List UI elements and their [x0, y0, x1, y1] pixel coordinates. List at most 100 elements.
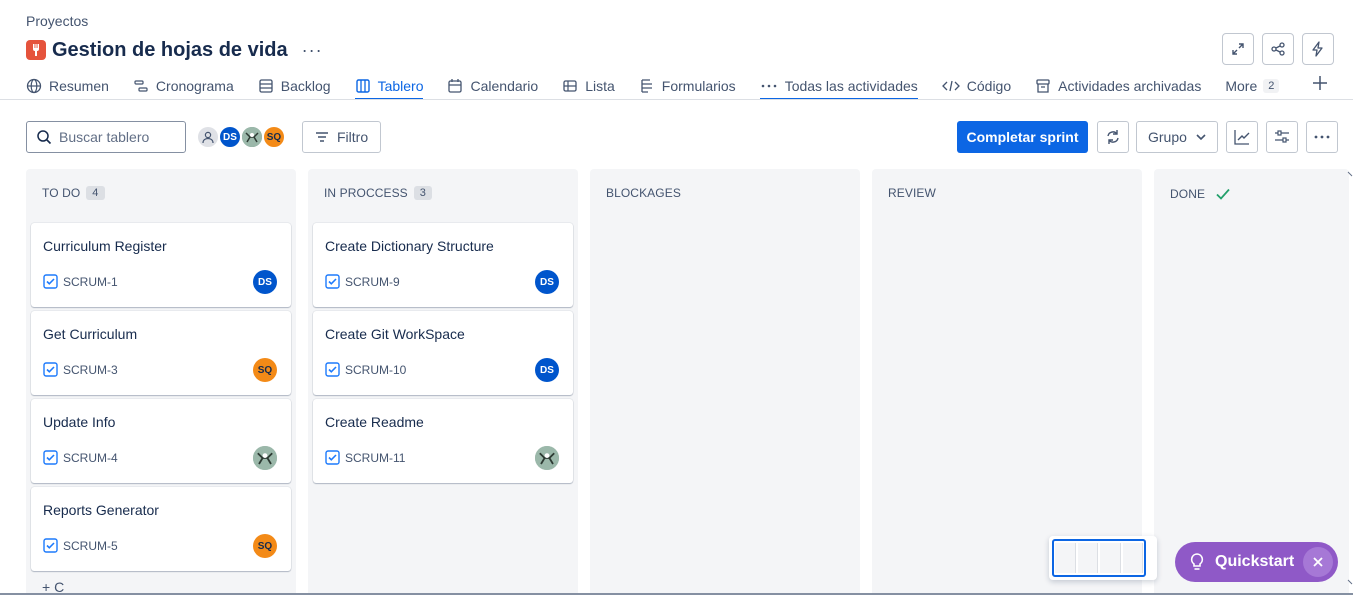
issue-title: Reports Generator [43, 502, 159, 518]
task-checkbox-icon [325, 362, 340, 377]
board-column-review: REVIEW [872, 169, 1142, 595]
issue-key[interactable]: SCRUM-3 [63, 363, 118, 377]
search-input[interactable] [59, 129, 179, 145]
quickstart-button[interactable]: Quickstart [1175, 542, 1338, 582]
task-checkbox-icon [325, 450, 340, 465]
issue-card[interactable]: Reports Generator SCRUM-5 SQ [31, 487, 291, 571]
column-title: BLOCKAGES [606, 186, 681, 200]
more-actions-button[interactable] [1306, 121, 1338, 153]
group-select[interactable]: Grupo [1136, 121, 1218, 153]
refresh-icon [1107, 130, 1119, 144]
tab-backlog[interactable]: Backlog [258, 72, 331, 99]
share-button[interactable] [1262, 33, 1294, 65]
board-column-done: DONE [1154, 169, 1349, 595]
issue-card[interactable]: Get Curriculum SCRUM-3 SQ [31, 311, 291, 395]
tab-lista[interactable]: Lista [562, 72, 615, 99]
issue-card[interactable]: Create Readme SCRUM-11 [313, 399, 573, 483]
code-icon [941, 78, 960, 94]
column-title: REVIEW [888, 186, 936, 200]
issue-key-row: SCRUM-4 [43, 450, 118, 465]
timeline-icon [133, 78, 149, 94]
plus-icon [1313, 76, 1327, 90]
filter-icon [316, 132, 328, 142]
group-label: Grupo [1148, 129, 1187, 145]
checkmark-icon [1216, 188, 1230, 200]
issue-key[interactable]: SCRUM-4 [63, 451, 118, 465]
minimap-viewport[interactable] [1052, 539, 1146, 577]
tab-todas-las-actividades[interactable]: Todas las actividades [759, 72, 918, 100]
assignee-avatar[interactable]: DS [535, 270, 559, 294]
issue-key[interactable]: SCRUM-11 [345, 451, 405, 465]
add-tab-button[interactable] [1311, 74, 1329, 97]
horizontal-scroll-indicator[interactable] [1347, 169, 1353, 595]
assignee-avatar[interactable]: SQ [253, 534, 277, 558]
tab-more[interactable]: More 2 [1225, 72, 1280, 99]
issue-title: Get Curriculum [43, 326, 138, 342]
lightning-icon [1312, 41, 1323, 57]
view-settings-button[interactable] [1266, 121, 1298, 153]
complete-sprint-button[interactable]: Completar sprint [957, 121, 1088, 153]
issue-key-row: SCRUM-5 [43, 538, 118, 553]
assignee-avatar-photo[interactable] [535, 446, 559, 470]
avatar-photo[interactable] [240, 125, 264, 149]
automation-button[interactable] [1302, 33, 1334, 65]
expand-icon [1232, 43, 1244, 55]
tab-label: Formularios [661, 77, 736, 94]
issue-key[interactable]: SCRUM-5 [63, 539, 118, 553]
assignee-avatar[interactable]: SQ [253, 358, 277, 382]
issue-card[interactable]: Create Git WorkSpace SCRUM-10 DS [313, 311, 573, 395]
filter-button[interactable]: Filtro [302, 121, 381, 153]
more-count-badge: 2 [1263, 78, 1280, 93]
project-logo-icon [26, 40, 46, 60]
tab-label: Cronograma [155, 77, 234, 94]
issue-key-row: SCRUM-1 [43, 274, 118, 289]
issue-title: Create Dictionary Structure [325, 238, 494, 254]
board-column-blockages: BLOCKAGES [590, 169, 860, 595]
fullscreen-button[interactable] [1222, 33, 1254, 65]
unassigned-avatar[interactable] [196, 125, 220, 149]
project-more-button[interactable]: ··· [302, 41, 323, 59]
lightbulb-icon [1190, 553, 1204, 570]
insights-button[interactable] [1226, 121, 1258, 153]
issue-card[interactable]: Curriculum Register SCRUM-1 DS [31, 223, 291, 307]
issue-key[interactable]: SCRUM-10 [345, 363, 406, 377]
issue-title: Curriculum Register [43, 238, 167, 254]
tab-label: Lista [585, 77, 615, 94]
assignee-avatar[interactable]: DS [253, 270, 277, 294]
tab-codigo[interactable]: Código [941, 72, 1012, 99]
issue-key-row: SCRUM-11 [325, 450, 405, 465]
tab-calendario[interactable]: Calendario [447, 72, 538, 99]
task-checkbox-icon [43, 274, 58, 289]
forms-icon [639, 78, 655, 94]
board-minimap[interactable] [1049, 536, 1157, 580]
column-title: TO DO [42, 186, 81, 200]
refresh-button[interactable] [1097, 121, 1129, 153]
sliders-icon [1275, 130, 1289, 143]
filter-label: Filtro [337, 129, 369, 145]
ellipsis-icon [1314, 135, 1330, 139]
tab-label: Tablero [377, 77, 424, 94]
column-header: REVIEW [888, 186, 936, 200]
assignee-avatar-photo[interactable] [253, 446, 277, 470]
tab-label: Código [966, 77, 1012, 94]
column-header: BLOCKAGES [606, 186, 681, 200]
project-tabs: Resumen Cronograma Backlog Tablero Calen… [26, 72, 1303, 100]
issue-key[interactable]: SCRUM-9 [345, 275, 400, 289]
breadcrumb[interactable]: Proyectos [26, 13, 88, 29]
avatar-ds[interactable]: DS [218, 125, 242, 149]
tab-cronograma[interactable]: Cronograma [133, 72, 234, 99]
tab-formularios[interactable]: Formularios [639, 72, 736, 99]
tab-tablero[interactable]: Tablero [354, 72, 424, 100]
tab-actividades-archivadas[interactable]: Actividades archivadas [1035, 72, 1201, 99]
backlog-icon [258, 78, 274, 94]
column-title: IN PROCCESS [324, 186, 408, 200]
tab-resumen[interactable]: Resumen [26, 72, 109, 99]
issue-key[interactable]: SCRUM-1 [63, 275, 118, 289]
issue-title: Create Readme [325, 414, 424, 430]
close-quickstart-button[interactable] [1303, 547, 1333, 577]
issue-card[interactable]: Create Dictionary Structure SCRUM-9 DS [313, 223, 573, 307]
avatar-sq[interactable]: SQ [262, 125, 286, 149]
search-board[interactable] [26, 121, 186, 153]
assignee-avatar[interactable]: DS [535, 358, 559, 382]
issue-card[interactable]: Update Info SCRUM-4 [31, 399, 291, 483]
